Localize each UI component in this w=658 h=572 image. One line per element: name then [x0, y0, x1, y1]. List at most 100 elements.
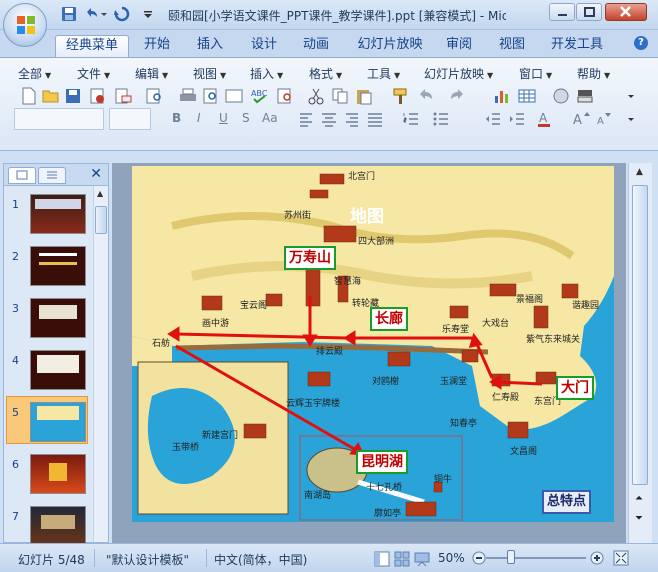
new-file-icon[interactable]	[20, 87, 38, 105]
slide-thumbnail-2[interactable]	[30, 246, 86, 286]
underline-button[interactable]: U	[219, 111, 228, 125]
permission-icon[interactable]	[88, 87, 106, 105]
shadow-button[interactable]: S	[242, 111, 250, 125]
slide-thumbnail-1[interactable]	[30, 194, 86, 234]
save-icon[interactable]	[61, 6, 77, 22]
scrollbar-thumb[interactable]	[632, 185, 648, 485]
zoom-in-icon[interactable]	[590, 551, 604, 565]
label-kunminghu[interactable]: 昆明湖	[356, 450, 408, 474]
grow-font-icon[interactable]: A	[572, 110, 590, 128]
numbering-icon[interactable]	[402, 110, 420, 128]
customize-toolbar-icon[interactable]	[143, 6, 153, 22]
font-name-combo[interactable]	[14, 108, 104, 130]
close-button[interactable]	[605, 3, 647, 21]
align-right-icon[interactable]	[342, 110, 360, 128]
format-painter-icon[interactable]	[391, 87, 409, 105]
menu-help[interactable]: 帮助 ▼	[577, 65, 610, 82]
align-center-icon[interactable]	[320, 110, 338, 128]
tab-review[interactable]: 审阅	[439, 35, 479, 57]
tab-insert[interactable]: 插入	[190, 35, 230, 57]
label-zongtedian[interactable]: 总特点	[542, 490, 592, 514]
menu-all[interactable]: 全部 ▼	[18, 65, 51, 82]
redo-icon[interactable]	[449, 87, 467, 105]
tab-home[interactable]: 开始	[137, 35, 177, 57]
font-color-icon[interactable]: A	[536, 110, 554, 128]
scroll-up-icon[interactable]: ▲	[97, 189, 103, 198]
preview-icon[interactable]	[202, 87, 220, 105]
shrink-font-icon[interactable]: A	[594, 110, 612, 128]
menu-window[interactable]: 窗口 ▼	[519, 65, 552, 82]
zoom-slider-thumb[interactable]	[507, 550, 515, 564]
menu-tools[interactable]: 工具 ▼	[367, 65, 400, 82]
close-panel-icon[interactable]: ✕	[90, 166, 102, 182]
editor-scrollbar[interactable]: ▲ ⏶ ⏷	[628, 163, 652, 543]
tab-slideshow[interactable]: 幻灯片放映	[352, 35, 428, 57]
zoom-out-icon[interactable]	[472, 551, 486, 565]
cut-icon[interactable]	[307, 87, 325, 105]
help-icon[interactable]: ?	[634, 36, 648, 50]
slide-thumbnail-5[interactable]	[30, 402, 86, 442]
increase-indent-icon[interactable]	[508, 110, 526, 128]
paste-icon[interactable]	[355, 87, 373, 105]
zoom-slider-track[interactable]	[486, 557, 586, 559]
undo-dropdown-icon[interactable]	[100, 6, 108, 22]
tab-view[interactable]: 视图	[492, 35, 532, 57]
tab-design[interactable]: 设计	[244, 35, 284, 57]
label-damen[interactable]: 大门	[556, 376, 594, 400]
office-button[interactable]	[3, 3, 47, 47]
save-icon[interactable]	[64, 87, 82, 105]
redo-icon[interactable]	[114, 6, 130, 22]
copy-icon[interactable]	[331, 87, 349, 105]
normal-view-icon[interactable]	[374, 551, 390, 567]
change-case-button[interactable]: Aa	[262, 111, 278, 125]
slides-scrollbar[interactable]: ▲	[93, 186, 108, 542]
menu-format[interactable]: 格式 ▼	[309, 65, 342, 82]
color-grayscale-icon[interactable]	[576, 87, 594, 105]
slide-canvas[interactable]: 北宫门 苏州街 地图 四大部洲 智慧海 转轮藏 宝云阁 画中游 石舫 排云殿 云…	[132, 166, 614, 522]
slideshow-view-icon[interactable]	[414, 551, 430, 567]
menu-file[interactable]: 文件 ▼	[77, 65, 110, 82]
next-slide-icon[interactable]: ⏷	[635, 513, 643, 524]
tab-developer[interactable]: 开发工具	[546, 35, 608, 57]
align-left-icon[interactable]	[298, 110, 316, 128]
menu-slideshow[interactable]: 幻灯片放映 ▼	[424, 65, 493, 82]
decrease-indent-icon[interactable]	[484, 110, 502, 128]
fit-to-window-icon[interactable]	[613, 550, 629, 566]
scrollbar-thumb[interactable]	[95, 206, 107, 234]
toolbar-options-icon[interactable]	[626, 87, 636, 105]
tab-classic-menu[interactable]: 经典菜单	[55, 35, 129, 57]
label-changlang[interactable]: 长廊	[370, 307, 408, 331]
open-folder-icon[interactable]	[42, 87, 60, 105]
maximize-button[interactable]	[576, 3, 602, 21]
bullets-icon[interactable]	[432, 110, 450, 128]
font-size-combo[interactable]	[109, 108, 151, 130]
justify-icon[interactable]	[366, 110, 384, 128]
tab-outline[interactable]	[38, 167, 66, 184]
menu-edit[interactable]: 编辑 ▼	[135, 65, 168, 82]
spelling-icon[interactable]: ABC	[250, 87, 268, 105]
table-icon[interactable]	[518, 87, 536, 105]
chart-icon[interactable]	[493, 87, 511, 105]
bold-button[interactable]: B	[172, 111, 181, 125]
label-wanshoushan[interactable]: 万寿山	[284, 246, 336, 270]
tab-slides[interactable]	[8, 167, 36, 184]
print-preview-icon[interactable]	[145, 87, 163, 105]
menu-view[interactable]: 视图 ▼	[193, 65, 226, 82]
italic-button[interactable]: I	[197, 111, 201, 125]
email-icon[interactable]	[114, 87, 132, 105]
slide-sorter-icon[interactable]	[394, 551, 410, 567]
slide-view-icon[interactable]	[225, 87, 243, 105]
zoom-level[interactable]: 50%	[438, 551, 465, 565]
picture-icon[interactable]	[552, 87, 570, 105]
minimize-button[interactable]	[549, 3, 575, 21]
print-icon[interactable]	[179, 87, 197, 105]
scroll-up-icon[interactable]: ▲	[636, 167, 643, 177]
tab-animation[interactable]: 动画	[296, 35, 336, 57]
menu-insert[interactable]: 插入 ▼	[250, 65, 283, 82]
slide-thumbnail-3[interactable]	[30, 298, 86, 338]
slide-thumbnail-6[interactable]	[30, 454, 86, 494]
previous-slide-icon[interactable]: ⏶	[635, 493, 643, 504]
research-icon[interactable]	[276, 87, 294, 105]
slide-thumbnail-7[interactable]	[30, 506, 86, 546]
undo-icon[interactable]	[83, 6, 99, 22]
